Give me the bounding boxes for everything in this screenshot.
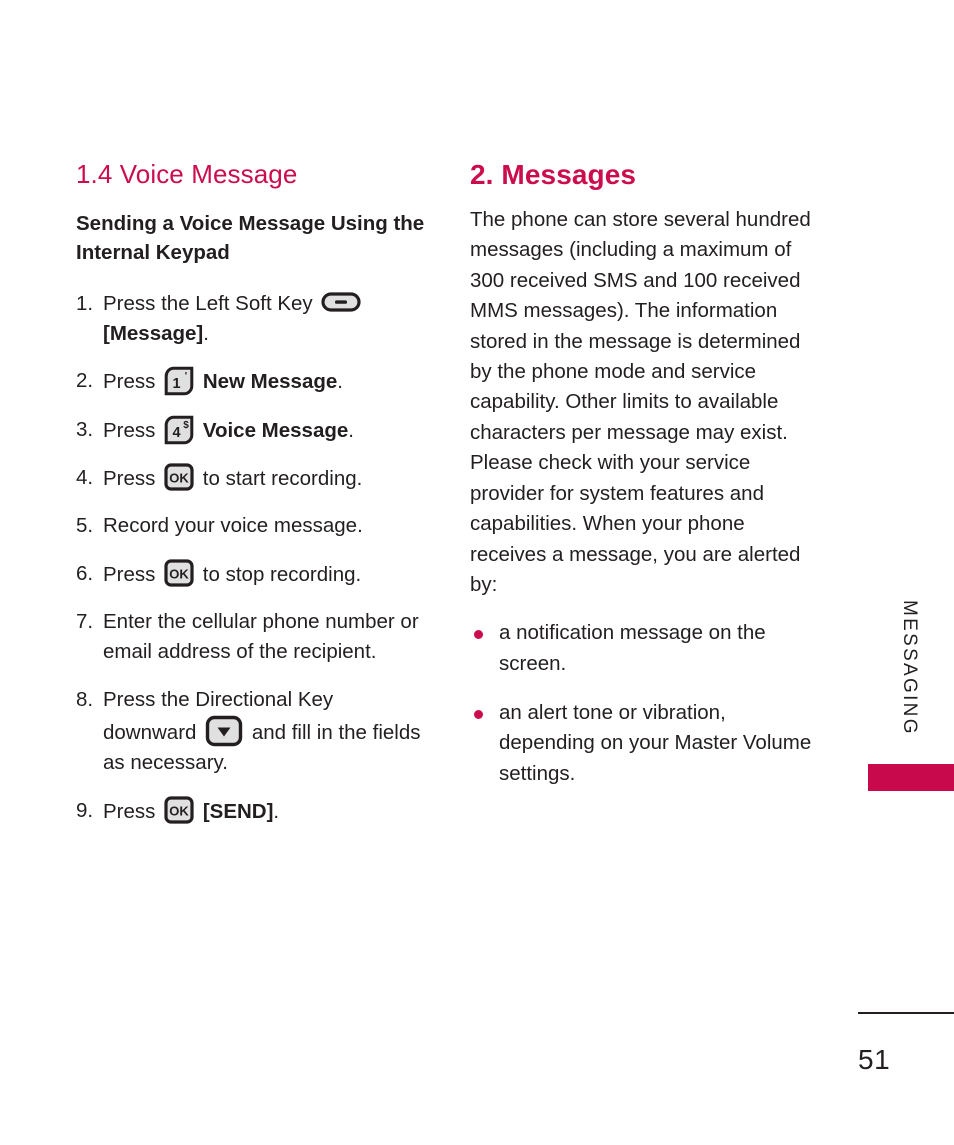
step-number: 9.: [76, 798, 94, 822]
bullet-item: an alert tone or vibration, depending on…: [470, 698, 818, 789]
step-text: Press the Left Soft Key [Message].: [103, 289, 428, 350]
svg-text:1: 1: [173, 376, 181, 392]
step-item: 2. Press 1 ' New Message.: [76, 366, 428, 397]
step-text-run: to stop recording.: [197, 562, 362, 586]
step-text: Enter the cellular phone number or email…: [103, 607, 428, 668]
step-text: Press the Directional Key downward and f…: [103, 685, 428, 779]
step-text-run: .: [348, 418, 354, 442]
svg-text:OK: OK: [169, 471, 189, 486]
step-item: 3. Press 4 $ Voice Message.: [76, 415, 428, 446]
step-number: 7.: [76, 610, 94, 634]
ok-key-icon: OK: [164, 559, 194, 587]
step-text: Press 1 ' New Message.: [103, 366, 428, 397]
right-column: 2. Messages The phone can store several …: [470, 159, 818, 808]
step-number: 2.: [76, 369, 94, 393]
step-text: Press 4 $ Voice Message.: [103, 415, 428, 446]
step-text-run: Press: [103, 418, 162, 442]
footer-divider: [858, 1012, 954, 1014]
step-text-run: Press: [103, 562, 162, 586]
step-item: 4. Press OK to start recording.: [76, 463, 428, 494]
bullet-item: a notification message on the screen.: [470, 618, 818, 679]
step-text: Press OK to start recording.: [103, 463, 428, 494]
step-text-emphasis: Voice Message: [202, 418, 349, 442]
step-text-emphasis: [Message]: [103, 322, 204, 346]
step-text-run: .: [203, 322, 209, 346]
page-number: 51: [858, 1044, 891, 1075]
step-item: 5. Record your voice message.: [76, 511, 428, 541]
step-item: 6. Press OK to stop recording.: [76, 559, 428, 590]
numbered-steps-list: 1. Press the Left Soft Key [Message]. 2. Pr…: [76, 289, 428, 827]
step-text: Press OK to stop recording.: [103, 559, 428, 590]
step-number: 4.: [76, 466, 94, 490]
step-item: 1. Press the Left Soft Key [Message].: [76, 289, 428, 350]
side-tab-marker: [868, 764, 954, 791]
left-column: 1.4 Voice Message Sending a Voice Messag…: [76, 160, 428, 844]
ok-key-icon: OK: [164, 796, 194, 824]
step-item: 9. Press OK [SEND].: [76, 796, 428, 827]
step-text-run: .: [273, 799, 280, 823]
svg-text:$: $: [183, 420, 189, 431]
svg-text:': ': [185, 371, 187, 382]
section-heading-voice-message: 1.4 Voice Message: [76, 159, 298, 189]
manual-page: 1.4 Voice Message Sending a Voice Messag…: [0, 0, 954, 1145]
step-text-run: Press the Left Soft Key: [103, 291, 319, 315]
step-item: 7. Enter the cellular phone number or ema…: [76, 607, 428, 668]
svg-text:OK: OK: [169, 803, 189, 818]
step-text-run: to start recording.: [197, 467, 363, 491]
alert-methods-bullet-list: a notification message on the screen. an …: [470, 618, 818, 789]
svg-text:4: 4: [173, 425, 181, 441]
step-text-run: .: [337, 370, 343, 394]
left-soft-key-icon: [321, 292, 361, 312]
keypad-1-icon: 1 ': [164, 366, 194, 396]
step-text: Press OK [SEND].: [103, 796, 428, 827]
step-number: 6.: [76, 561, 94, 585]
step-text-emphasis: [SEND]: [202, 799, 274, 823]
step-text-emphasis: New Message: [202, 370, 338, 394]
step-text-run: Press: [103, 370, 162, 394]
directional-key-down-icon: [205, 715, 243, 747]
step-number: 3.: [76, 417, 94, 441]
keypad-4-icon: 4 $: [164, 415, 194, 445]
step-text-run: Press: [103, 799, 162, 823]
side-tab-label-messaging: MESSAGING: [899, 600, 920, 736]
section-heading-messages: 2. Messages: [470, 159, 637, 190]
step-number: 1.: [76, 291, 94, 315]
step-text-run: Enter the cellular phone number or email…: [103, 610, 419, 664]
step-item: 8. Press the Directional Key downward and…: [76, 685, 428, 779]
step-text: Record your voice message.: [103, 511, 428, 541]
sub-heading-sending-voice-message: Sending a Voice Message Using the Intern…: [76, 211, 425, 264]
svg-text:OK: OK: [169, 566, 189, 581]
ok-key-icon: OK: [164, 463, 194, 491]
step-text-run: Record your voice message.: [103, 514, 363, 538]
step-text-run: Press: [103, 467, 162, 491]
step-number: 5.: [76, 514, 94, 538]
step-number: 8.: [76, 687, 94, 711]
messages-intro-paragraph: The phone can store several hundred mess…: [470, 207, 811, 597]
